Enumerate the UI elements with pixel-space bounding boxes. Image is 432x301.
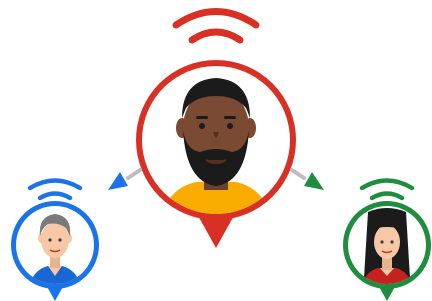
wifi-signal-icon xyxy=(172,8,260,44)
location-sharing-illustration xyxy=(11,8,431,301)
avatar-woman xyxy=(360,208,414,284)
arrow-to-left-icon xyxy=(108,168,142,190)
arrow-to-right-icon xyxy=(290,168,324,190)
left-location-pin xyxy=(11,178,99,301)
wifi-signal-icon xyxy=(359,178,415,201)
right-location-pin xyxy=(343,178,431,301)
center-location-pin xyxy=(136,8,296,248)
wifi-signal-icon xyxy=(27,178,83,201)
